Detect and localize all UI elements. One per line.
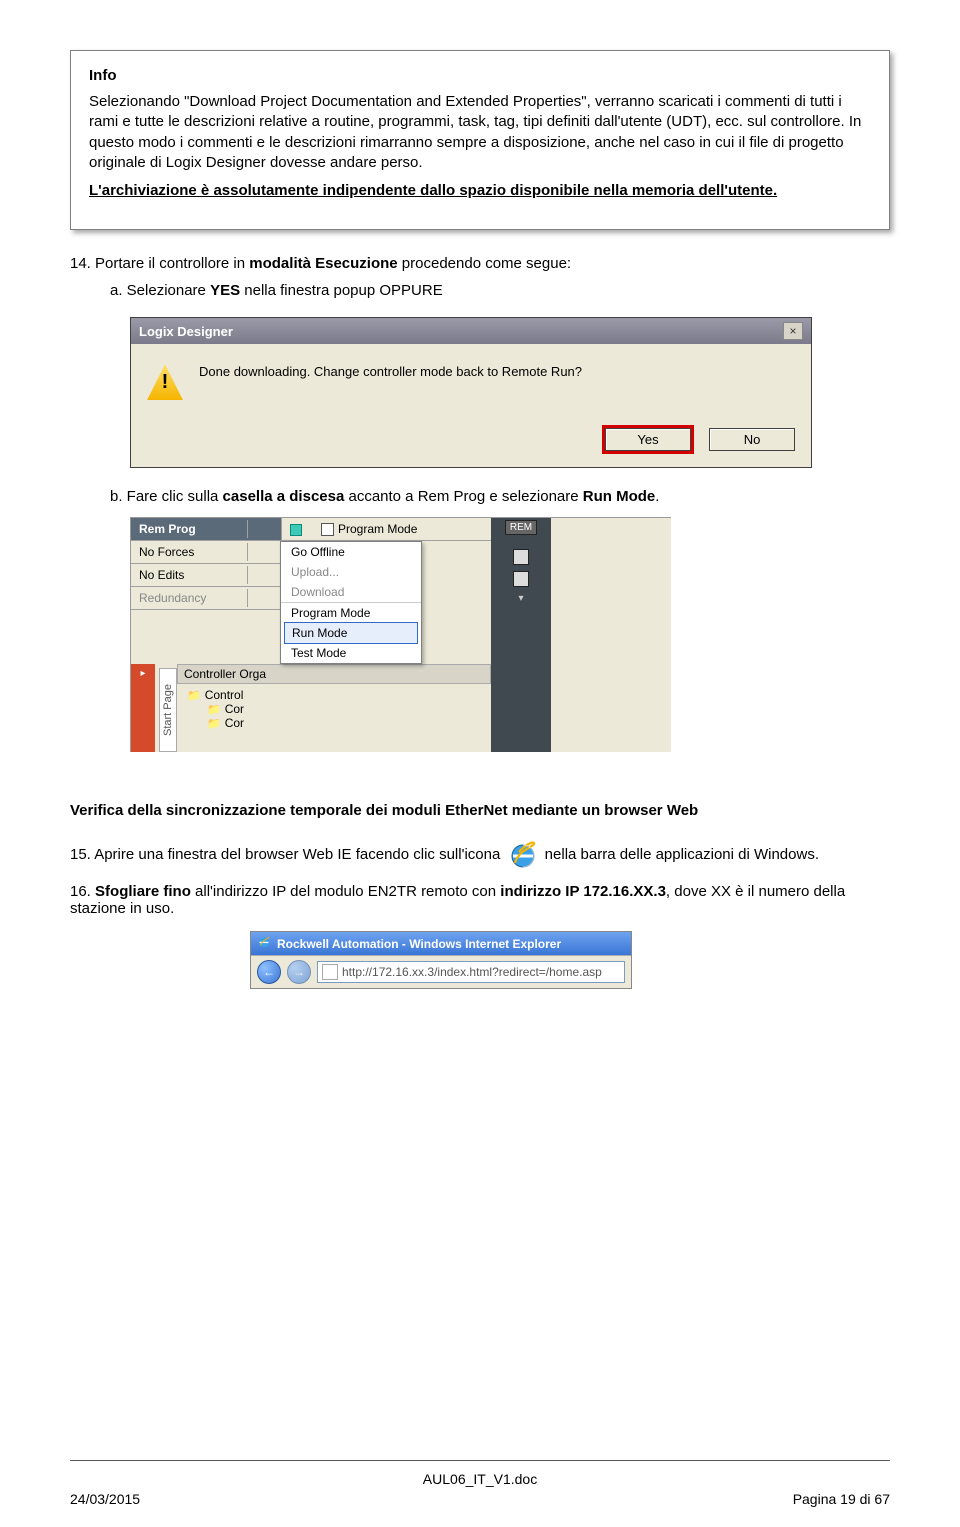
back-button[interactable]: ← [257, 960, 281, 984]
controller-tree: ▸ Start Page Controller Orga Control Cor… [131, 664, 491, 752]
address-bar[interactable]: http://172.16.xx.3/index.html?redirect=/… [317, 961, 625, 983]
tree-node-cor1[interactable]: Cor [207, 702, 485, 716]
sub-b-b2: Run Mode [583, 488, 656, 505]
ie-browser-screenshot: Rockwell Automation - Windows Internet E… [250, 931, 632, 989]
step15-text-a: Aprire una finestra del browser Web IE f… [94, 846, 504, 863]
dialog-message: Done downloading. Change controller mode… [199, 364, 582, 379]
close-icon[interactable]: × [783, 322, 803, 340]
step14-number: 14. [70, 255, 91, 272]
no-button[interactable]: No [709, 428, 795, 451]
menu-program-mode[interactable]: Program Mode [281, 602, 421, 623]
tree-node-control[interactable]: Control [187, 688, 485, 702]
sub-b-b1: casella a discesa [223, 488, 345, 505]
status-square-1 [513, 549, 529, 565]
info-heading: Info [89, 67, 871, 84]
step16-text-b: all'indirizzo IP del modulo EN2TR remoto… [195, 883, 500, 900]
rem-badge: REM [505, 520, 537, 535]
footer-page: Pagina 19 di 67 [793, 1491, 890, 1507]
ie-titlebar: Rockwell Automation - Windows Internet E… [251, 932, 631, 955]
tree-title-text: Controller Orga [184, 667, 266, 681]
redundancy-label: Redundancy [131, 589, 248, 607]
page-icon [322, 964, 338, 980]
info-emphasis: L'archiviazione è assolutamente indipend… [89, 181, 871, 201]
chevron-down-icon[interactable] [518, 593, 523, 604]
sub-a-pre: a. Selezionare [110, 282, 210, 299]
info-callout-box: Info Selezionando "Download Project Docu… [70, 50, 890, 230]
ie-window-title: Rockwell Automation - Windows Internet E… [277, 937, 561, 951]
url-text: http://172.16.xx.3/index.html?redirect=/… [342, 965, 602, 979]
right-status-strip: REM [491, 518, 551, 752]
step-14: 14. Portare il controllore in modalità E… [70, 255, 890, 299]
dialog-titlebar: Logix Designer × [131, 318, 811, 344]
internet-explorer-icon[interactable] [507, 839, 539, 871]
step15-number: 15. [70, 846, 91, 863]
tree-node-cor2[interactable]: Cor [207, 716, 485, 730]
no-forces-label: No Forces [131, 543, 248, 561]
menu-run-mode[interactable]: Run Mode [284, 622, 418, 644]
menu-upload: Upload... [281, 562, 421, 582]
logix-dialog: Logix Designer × Done downloading. Chang… [130, 317, 812, 468]
footer-date: 24/03/2015 [70, 1491, 140, 1507]
page-footer: AUL06_IT_V1.doc 24/03/2015 Pagina 19 di … [70, 1460, 890, 1507]
status-square-2 [513, 571, 529, 587]
program-mode-chk-label: Program Mode [338, 522, 417, 536]
sub-b-end: . [655, 488, 659, 505]
step-15: 15. Aprire una finestra del browser Web … [70, 839, 890, 871]
step15-text-b: nella barra delle applicazioni di Window… [545, 846, 819, 863]
dialog-title: Logix Designer [139, 324, 233, 339]
step14-text-a: Portare il controllore in [95, 255, 249, 272]
rem-prog-label[interactable]: Rem Prog [131, 520, 248, 538]
info-paragraph: Selezionando "Download Project Documenta… [89, 92, 871, 173]
no-edits-label: No Edits [131, 566, 248, 584]
menu-go-offline[interactable]: Go Offline [281, 542, 421, 562]
step16-bold: indirizzo IP 172.16.XX.3 [500, 883, 666, 900]
step14-text-b: procedendo come segue: [398, 255, 571, 272]
program-mode-checkbox[interactable] [321, 523, 334, 536]
sub-a-bold: YES [210, 282, 240, 299]
step16-number: 16. [70, 883, 91, 900]
tree-panel-title: Controller Orga [177, 664, 491, 684]
tree-collapse-icon[interactable]: ▸ [140, 668, 145, 679]
controller-toolbar-screenshot: Rem Prog No Forces No Edits Redundancy P… [130, 517, 671, 752]
warning-icon [147, 364, 183, 400]
forward-button: → [287, 960, 311, 984]
step16-text-a: Sfogliare fino [95, 883, 195, 900]
ie-favicon [257, 935, 271, 952]
menu-test-mode[interactable]: Test Mode [281, 643, 421, 663]
step14-bold: modalità Esecuzione [249, 255, 397, 272]
step14-sub-b: b. Fare clic sulla casella a discesa acc… [110, 488, 890, 505]
section-heading: Verifica della sincronizzazione temporal… [70, 802, 890, 819]
sub-b-mid: accanto a Rem Prog e selezionare [344, 488, 582, 505]
menu-download: Download [281, 582, 421, 602]
step14-sub-a: a. Selezionare YES nella finestra popup … [110, 282, 890, 299]
yes-button[interactable]: Yes [605, 428, 691, 451]
sub-b-pre: b. Fare clic sulla [110, 488, 223, 505]
sub-a-post: nella finestra popup OPPURE [240, 282, 443, 299]
mode-dropdown-menu: Go Offline Upload... Download Program Mo… [280, 541, 422, 664]
status-indicator-icon [290, 524, 302, 536]
footer-docname: AUL06_IT_V1.doc [70, 1471, 890, 1487]
step-16: 16. Sfogliare fino all'indirizzo IP del … [70, 883, 890, 917]
start-page-tab[interactable]: Start Page [159, 668, 177, 752]
